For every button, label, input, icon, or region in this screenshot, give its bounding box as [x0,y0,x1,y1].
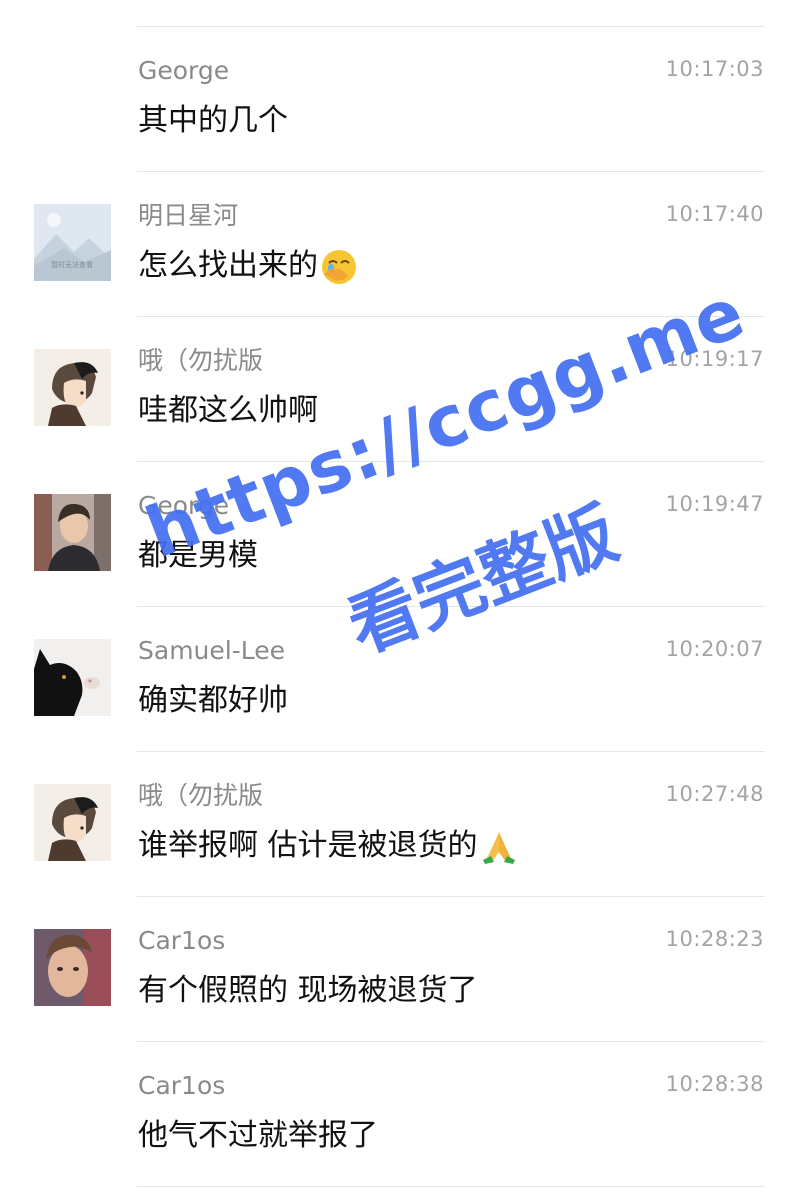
chat-history-list: George 10:17:03 其中的几个 暂时无法查看 明日星河 10:17:… [0,0,800,1188]
message-text: 都是男模 [138,538,258,573]
message-item[interactable]: Samuel-Lee 10:20:07 确实都好帅 [0,606,800,751]
illustrated-character-avatar [34,349,111,426]
message-item[interactable]: 暂时无法查看 明日星河 10:17:40 怎么找出来的 [0,171,800,316]
sender-name[interactable]: George [138,489,229,523]
message-text: 确实都好帅 [138,683,288,718]
message-text: 哇都这么帅啊 [138,393,318,428]
message-time: 10:28:38 [665,1072,764,1096]
message-text: 他气不过就举报了 [138,1118,378,1153]
message-time: 10:28:23 [665,927,764,951]
photo-young-man-avatar [34,494,111,571]
message-item[interactable]: George 10:17:03 其中的几个 [0,26,800,171]
placeholder-image-icon: 暂时无法查看 [34,204,111,281]
sender-name[interactable]: Car1os [138,924,225,958]
message-text-content: 谁举报啊 估计是被退货的 [138,828,478,863]
message-item[interactable]: 哦（勿扰版 10:19:17 哇都这么帅啊 [0,316,800,461]
message-text-content: 怎么找出来的 [138,248,318,283]
message-item[interactable]: George 10:19:47 都是男模 [0,461,800,606]
avatar[interactable] [34,639,111,716]
message-text: 怎么找出来的 [138,244,358,288]
message-time: 10:20:07 [665,637,764,661]
sender-name[interactable]: 哦（勿扰版 [138,779,263,813]
message-item[interactable]: 哦（勿扰版 10:27:48 谁举报啊 估计是被退货的 [0,751,800,896]
sender-name[interactable]: Car1os [138,1069,225,1103]
folded-hands-emoji [482,831,515,864]
avatar[interactable]: 暂时无法查看 [34,204,111,281]
message-text: 其中的几个 [138,103,288,138]
message-time: 10:17:40 [665,202,764,226]
avatar[interactable] [34,349,111,426]
message-time: 10:17:03 [665,57,764,81]
message-item[interactable]: Car1os 10:28:23 有个假照的 现场被退货了 [0,896,800,1041]
avatar[interactable] [34,784,111,861]
avatar-caption: 暂时无法查看 [51,260,93,269]
avatar[interactable] [34,929,111,1006]
message-item[interactable]: Car1os 10:28:38 他气不过就举报了 [0,1041,800,1186]
photo-man-close-up-avatar [34,929,111,1006]
message-time: 10:19:17 [665,347,764,371]
sender-name[interactable]: 哦（勿扰版 [138,344,263,378]
message-time: 10:27:48 [665,782,764,806]
face-with-hand-over-mouth-emoji [322,249,356,284]
message-text: 有个假照的 现场被退货了 [138,973,478,1008]
illustrated-character-avatar [34,784,111,861]
message-text: 谁举报啊 估计是被退货的 [138,824,518,868]
sender-name[interactable]: George [138,54,229,88]
sender-name[interactable]: 明日星河 [138,199,238,233]
sender-name[interactable]: Samuel-Lee [138,634,285,668]
divider [137,1186,765,1187]
avatar[interactable] [34,494,111,571]
message-time: 10:19:47 [665,492,764,516]
black-cat-avatar [34,639,111,716]
